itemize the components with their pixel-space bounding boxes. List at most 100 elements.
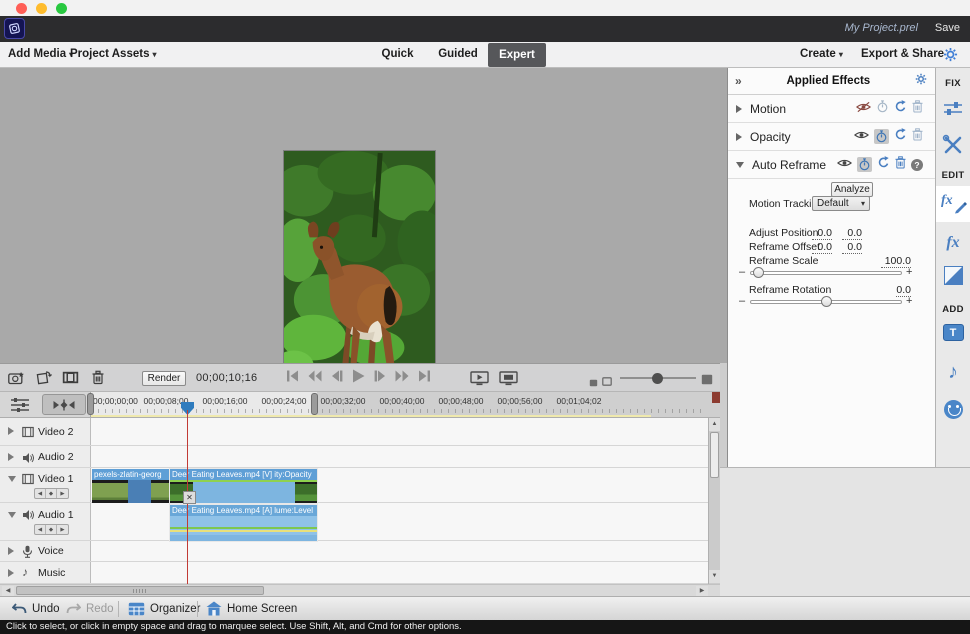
track-row-video2[interactable]: Video 2 — [0, 418, 708, 446]
organizer-button[interactable]: Organizer — [128, 597, 201, 620]
reframe-rotation-slider-knob[interactable] — [821, 296, 832, 307]
add-keyframe-icon[interactable]: ◆ — [46, 489, 57, 498]
frame-forward-button[interactable] — [374, 369, 386, 387]
plus-icon[interactable]: + — [906, 266, 912, 278]
work-area-end-handle[interactable] — [311, 393, 318, 415]
visibility-off-icon[interactable] — [856, 100, 871, 118]
vertical-scroll-thumb[interactable] — [710, 432, 719, 478]
rotate-crop-icon[interactable] — [36, 371, 52, 390]
reframe-offset-x-value[interactable]: 0.0 — [812, 241, 832, 254]
zoom-min-icon[interactable] — [602, 373, 612, 391]
effect-row-motion[interactable]: Motion — [728, 95, 935, 123]
expand-icon[interactable] — [736, 133, 742, 141]
minus-icon[interactable]: – — [739, 266, 745, 278]
visibility-icon[interactable] — [837, 156, 852, 174]
full-screen-monitor-icon[interactable] — [470, 371, 489, 391]
help-icon[interactable]: ? — [911, 159, 923, 171]
collapse-icon[interactable] — [736, 162, 744, 168]
zoom-window-button[interactable] — [56, 3, 67, 14]
timeline-zoom-knob[interactable] — [652, 373, 663, 384]
emoji-graphics-icon[interactable] — [936, 400, 970, 419]
volume-rubber-band[interactable] — [170, 527, 317, 529]
audio-mixer-button[interactable] — [42, 394, 86, 415]
create-menu[interactable]: Create▾ — [800, 42, 843, 67]
effects-fx-icon[interactable]: fx — [936, 234, 970, 252]
panel-options-gear-icon[interactable] — [915, 72, 927, 90]
delete-trash-icon[interactable] — [92, 370, 104, 390]
preview-monitor-icon[interactable] — [499, 371, 518, 391]
clip-pexels-video[interactable]: pexels-zlatin-georg — [92, 469, 170, 503]
undo-button[interactable]: Undo — [12, 597, 60, 620]
reset-icon[interactable] — [894, 100, 907, 118]
add-media-menu[interactable]: Add Media▾ — [8, 42, 73, 67]
track-row-audio2[interactable]: Audio 2 — [0, 446, 708, 468]
timeline-vertical-scrollbar[interactable]: ▲ ▼ — [708, 418, 720, 584]
previous-keyframe-icon[interactable]: ◀ — [35, 525, 46, 534]
keyframe-navigator[interactable]: ◀ ◆ ▶ — [34, 488, 69, 499]
scroll-down-button[interactable]: ▼ — [709, 570, 720, 583]
scroll-right-button[interactable]: ▶ — [696, 586, 708, 596]
transitions-icon[interactable] — [936, 266, 970, 285]
reframe-scale-slider[interactable] — [750, 271, 902, 275]
scroll-left-button[interactable]: ◀ — [2, 586, 14, 596]
frame-back-button[interactable] — [331, 369, 343, 387]
effect-row-auto-reframe[interactable]: Auto Reframe ? — [728, 151, 935, 179]
reframe-rotation-slider[interactable] — [750, 300, 902, 304]
collapse-track-icon[interactable] — [8, 476, 16, 482]
minimize-window-button[interactable] — [36, 3, 47, 14]
trash-icon[interactable] — [895, 156, 906, 174]
effect-row-opacity[interactable]: Opacity — [728, 123, 935, 151]
adjust-position-y-value[interactable]: 0.0 — [842, 227, 862, 240]
tools-icon[interactable] — [936, 134, 970, 156]
next-keyframe-icon[interactable]: ▶ — [57, 489, 68, 498]
reframe-offset-y-value[interactable]: 0.0 — [842, 241, 862, 254]
timeline-zoom-slider[interactable] — [620, 377, 696, 379]
shuttle-right-button[interactable] — [395, 369, 409, 387]
reset-icon[interactable] — [877, 156, 890, 174]
zoom-in-icon[interactable] — [701, 372, 713, 390]
minus-icon[interactable]: – — [739, 295, 745, 307]
work-area-start-handle[interactable] — [87, 393, 94, 415]
filmstrip-marker-icon[interactable] — [62, 371, 79, 389]
trash-icon[interactable] — [912, 128, 923, 146]
analyze-button[interactable]: Analyze — [831, 182, 873, 197]
track-row-audio1[interactable]: Audio 1 ◀ ◆ ▶ — [0, 503, 708, 541]
expand-track-icon[interactable] — [8, 427, 14, 435]
stopwatch-icon-active[interactable] — [874, 129, 889, 144]
go-to-end-button[interactable] — [418, 369, 431, 387]
collapse-track-icon[interactable] — [8, 512, 16, 518]
expand-track-icon[interactable] — [8, 453, 14, 461]
project-assets-menu[interactable]: Project Assets▾ — [70, 42, 157, 67]
clip-deer-audio[interactable]: Deer Eating Leaves.mp4 [A] lume:Level — [170, 505, 317, 541]
tab-expert[interactable]: Expert — [488, 43, 546, 67]
stopwatch-icon-active[interactable] — [857, 157, 872, 172]
render-button[interactable]: Render — [142, 371, 186, 386]
expand-track-icon[interactable] — [8, 569, 14, 577]
redo-button[interactable]: Redo — [66, 597, 114, 620]
reset-icon[interactable] — [894, 128, 907, 146]
preview-monitor[interactable] — [0, 68, 727, 363]
export-share-menu[interactable]: Export & Share — [861, 42, 944, 67]
current-timecode[interactable]: 00;00;10;16 — [196, 372, 257, 384]
track-settings-icon[interactable] — [10, 397, 30, 417]
shuttle-left-button[interactable] — [308, 369, 322, 387]
horizontal-scroll-thumb[interactable] — [16, 586, 264, 595]
add-keyframe-icon[interactable]: ◆ — [46, 525, 57, 534]
scroll-up-button[interactable]: ▲ — [709, 418, 720, 431]
plus-icon[interactable]: + — [906, 295, 912, 307]
track-row-voice[interactable]: Voice — [0, 541, 708, 562]
collapse-panel-icon[interactable]: » — [735, 74, 742, 88]
track-row-music[interactable]: ♪ Music — [0, 562, 708, 584]
close-window-button[interactable] — [16, 3, 27, 14]
trash-icon[interactable] — [912, 100, 923, 118]
titles-icon[interactable]: T — [936, 324, 970, 341]
expand-icon[interactable] — [736, 105, 742, 113]
visibility-icon[interactable] — [854, 128, 869, 146]
go-to-start-button[interactable] — [286, 369, 299, 387]
play-button[interactable] — [352, 369, 365, 388]
home-screen-button[interactable]: Home Screen — [206, 597, 297, 620]
settings-gear-icon[interactable] — [943, 47, 958, 67]
save-button[interactable]: Save — [935, 22, 960, 34]
music-icon[interactable]: ♪ — [936, 362, 970, 382]
snapshot-camera-icon[interactable] — [8, 371, 25, 390]
